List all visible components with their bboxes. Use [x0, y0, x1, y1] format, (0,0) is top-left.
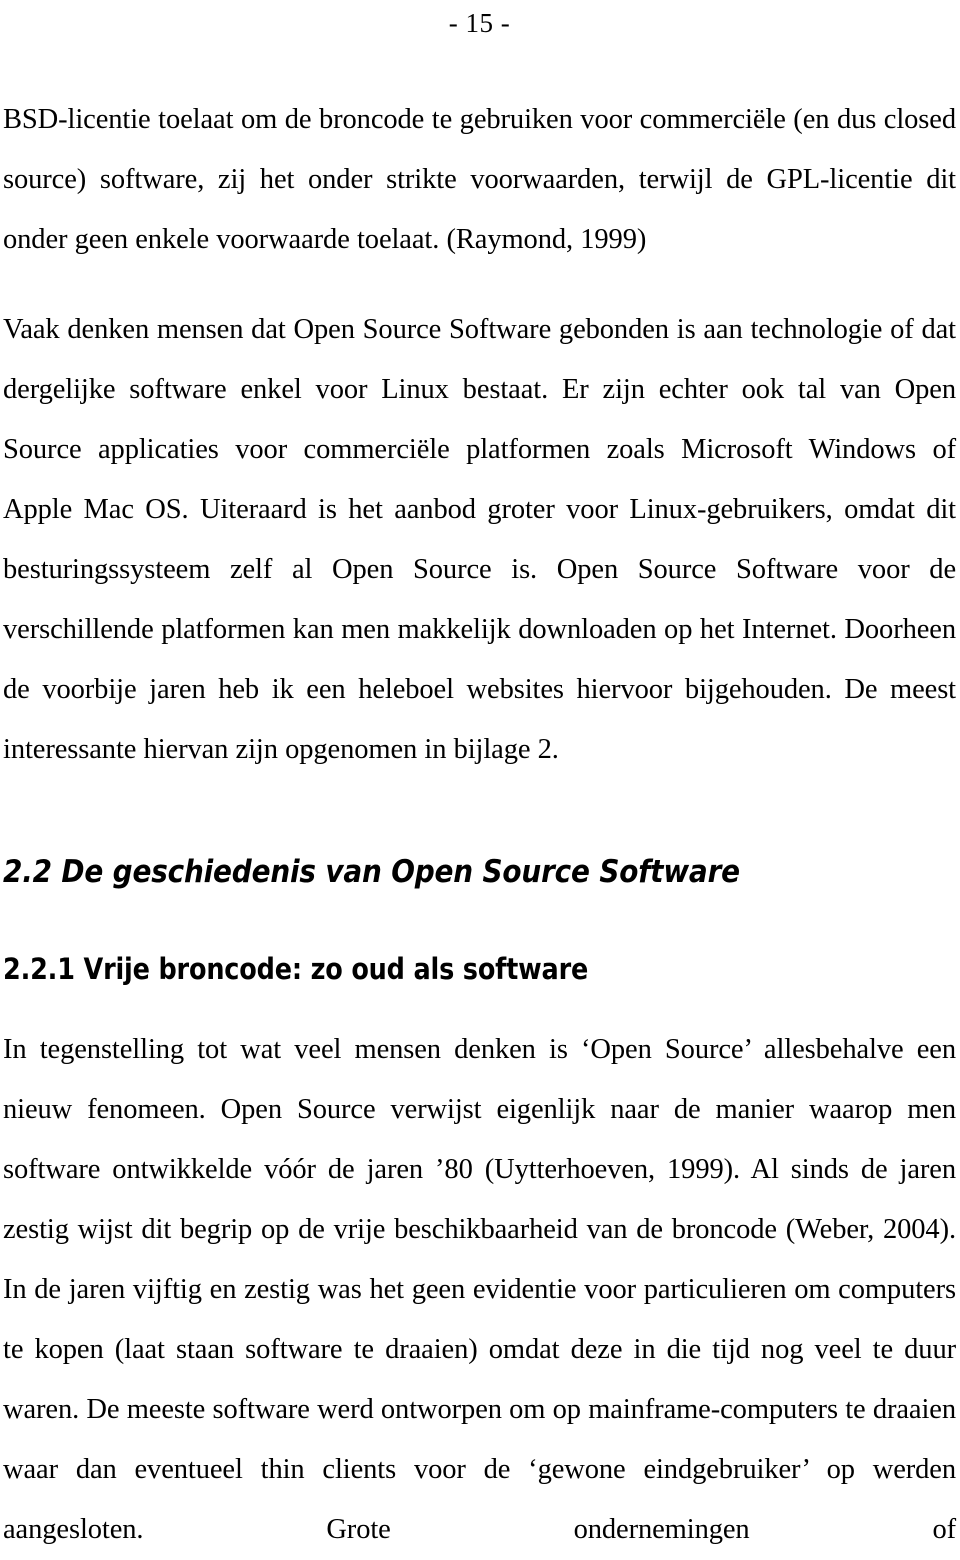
- paragraph-bsd-licentie: BSD-licentie toelaat om de broncode te g…: [3, 104, 956, 255]
- heading-spacer: [3, 892, 956, 950]
- paragraph-vaak-denken: Vaak denken mensen dat Open Source Softw…: [3, 314, 956, 765]
- heading-section-2-2: 2.2 De geschiedenis van Open Source Soft…: [3, 854, 740, 890]
- document-page: - 15 - BSD-licentie toelaat om de bronco…: [0, 0, 960, 1545]
- paragraph-in-tegenstelling: In tegenstelling tot wat veel mensen den…: [3, 1034, 956, 1545]
- subheading-spacer: [3, 988, 956, 1020]
- page-number: - 15 -: [448, 8, 511, 38]
- heading-subsection-2-2-1: 2.2.1 Vrije broncode: zo oud als softwar…: [3, 952, 589, 986]
